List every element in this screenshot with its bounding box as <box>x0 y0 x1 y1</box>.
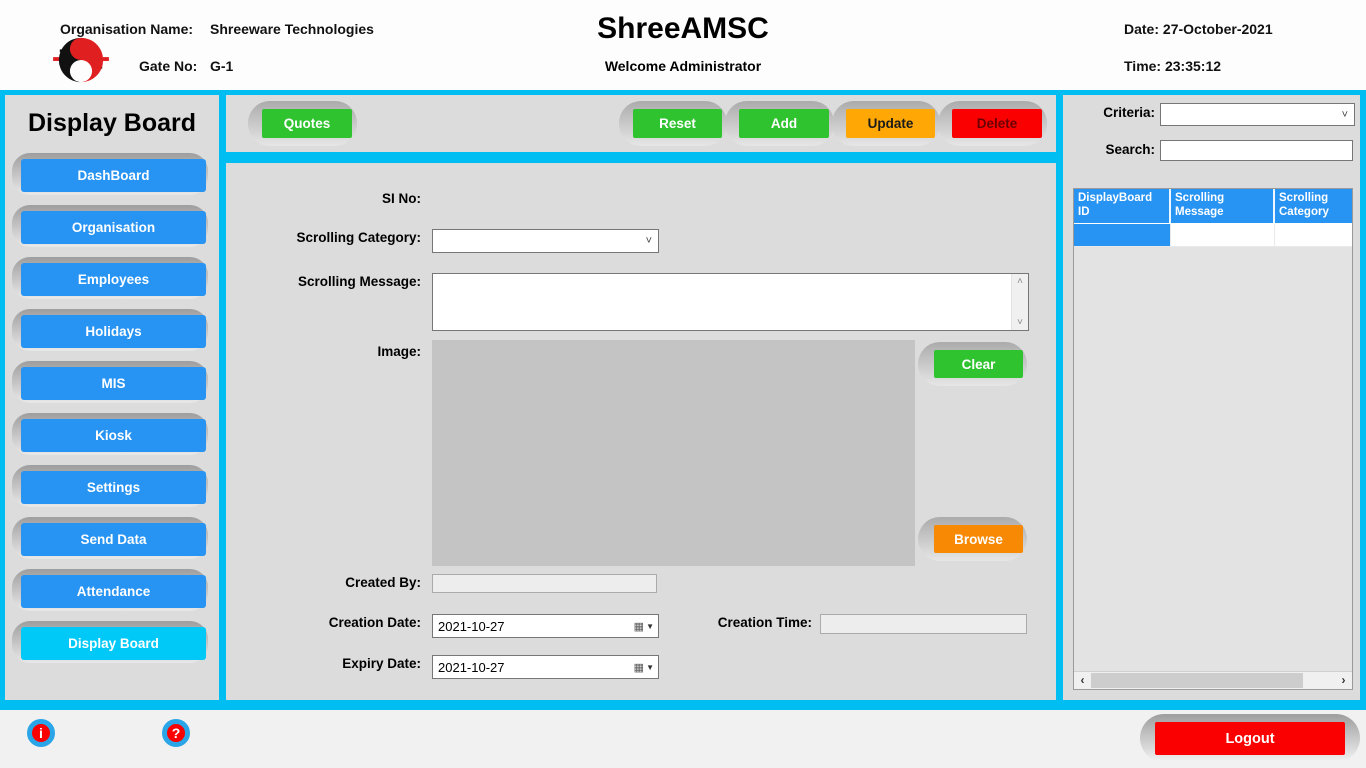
toolbar: Quotes Reset Add Update Delete <box>226 95 1056 152</box>
created-by-field <box>432 574 657 593</box>
sidebar-item-send-data[interactable]: Send Data <box>12 517 208 559</box>
time-value: 23:35:12 <box>1164 58 1222 74</box>
date-label: Date: 27-October-2021 <box>1124 21 1273 37</box>
update-button[interactable]: Update <box>846 109 935 138</box>
chevron-up-icon[interactable]: ˄ <box>1012 274 1028 289</box>
chevron-down-icon[interactable]: ▼ <box>646 663 654 672</box>
message-scrollbar[interactable]: ˄ ˅ <box>1011 274 1028 330</box>
column-header-scrolling-message[interactable]: Scrolling Message <box>1171 189 1275 223</box>
scrolling-category-label: Scrolling Category: <box>296 230 421 245</box>
delete-button[interactable]: Delete <box>952 109 1042 138</box>
chevron-right-icon[interactable]: › <box>1335 672 1352 689</box>
sidebar-item-organisation[interactable]: Organisation <box>12 205 208 247</box>
chevron-left-icon[interactable]: ‹ <box>1074 672 1091 689</box>
search-label: Search: <box>1105 142 1155 157</box>
reset-button[interactable]: Reset <box>633 109 722 138</box>
kiosk-button[interactable]: Kiosk <box>21 419 206 452</box>
clear-button-wrap[interactable]: Clear <box>918 342 1027 386</box>
expiry-date-value: 2021-10-27 <box>438 659 505 675</box>
add-button-wrap[interactable]: Add <box>725 101 834 146</box>
chevron-down-icon: ˅ <box>1341 108 1348 121</box>
scrolling-category-select[interactable]: ˅ <box>432 229 659 253</box>
employees-button[interactable]: Employees <box>21 263 206 296</box>
display-board-button[interactable]: Display Board <box>21 627 206 660</box>
expiry-date-picker[interactable]: 2021-10-27 ▦ ▼ <box>432 655 659 679</box>
reset-button-wrap[interactable]: Reset <box>619 101 727 146</box>
sidebar-nav: DashBoard Organisation Employees Holiday… <box>12 153 208 679</box>
organisation-button[interactable]: Organisation <box>21 211 206 244</box>
quotes-button[interactable]: Quotes <box>262 109 352 138</box>
creation-date-label: Creation Date: <box>328 615 421 630</box>
display-board-form: SI No: Scrolling Category: ˅ Scrolling M… <box>226 163 1056 700</box>
sidebar: Display Board DashBoard Organisation Emp… <box>5 95 219 700</box>
dashboard-button[interactable]: DashBoard <box>21 159 206 192</box>
sidebar-item-mis[interactable]: MIS <box>12 361 208 403</box>
cell-scrolling-category[interactable] <box>1275 224 1352 246</box>
criteria-select[interactable]: ˅ <box>1160 103 1355 126</box>
cell-scrolling-message[interactable] <box>1171 224 1275 246</box>
quotes-button-wrap[interactable]: Quotes <box>248 101 357 146</box>
sidebar-item-holidays[interactable]: Holidays <box>12 309 208 351</box>
mis-button[interactable]: MIS <box>21 367 206 400</box>
app-header: Organisation Name: Shreeware Technologie… <box>0 0 1366 90</box>
grid-horizontal-scrollbar[interactable]: ‹ › <box>1074 671 1352 689</box>
chevron-down-icon[interactable]: ˅ <box>1012 315 1028 330</box>
cell-displayboard-id[interactable] <box>1074 224 1171 246</box>
sidebar-item-dashboard[interactable]: DashBoard <box>12 153 208 195</box>
browse-button[interactable]: Browse <box>934 525 1023 553</box>
sidebar-item-kiosk[interactable]: Kiosk <box>12 413 208 455</box>
send-data-button[interactable]: Send Data <box>21 523 206 556</box>
grid-header: DisplayBoard ID Scrolling Message Scroll… <box>1074 189 1352 224</box>
creation-date-value: 2021-10-27 <box>438 618 505 634</box>
info-button[interactable]: i <box>27 719 55 747</box>
add-button[interactable]: Add <box>739 109 829 138</box>
time-label: Time: 23:35:12 <box>1124 58 1222 74</box>
attendance-button[interactable]: Attendance <box>21 575 206 608</box>
content-area: Display Board DashBoard Organisation Emp… <box>0 90 1366 710</box>
grid-row[interactable] <box>1074 224 1352 247</box>
update-button-wrap[interactable]: Update <box>832 101 940 146</box>
sidebar-item-display-board[interactable]: Display Board <box>12 621 208 663</box>
search-input[interactable] <box>1160 140 1353 161</box>
scrollbar-thumb[interactable] <box>1091 673 1303 688</box>
image-picturebox <box>432 340 915 566</box>
sidebar-item-employees[interactable]: Employees <box>12 257 208 299</box>
si-no-label: SI No: <box>382 191 421 206</box>
column-header-scrolling-category[interactable]: Scrolling Category <box>1275 189 1352 223</box>
holidays-button[interactable]: Holidays <box>21 315 206 348</box>
display-board-grid: DisplayBoard ID Scrolling Message Scroll… <box>1073 188 1353 690</box>
image-label: Image: <box>377 344 421 359</box>
column-header-displayboard-id[interactable]: DisplayBoard ID <box>1074 189 1171 223</box>
browse-button-wrap[interactable]: Browse <box>918 517 1027 561</box>
settings-button[interactable]: Settings <box>21 471 206 504</box>
sidebar-item-settings[interactable]: Settings <box>12 465 208 507</box>
expiry-date-label: Expiry Date: <box>342 656 421 671</box>
search-panel: Criteria: ˅ Search: DisplayBoard ID Scro… <box>1063 95 1360 700</box>
sidebar-item-attendance[interactable]: Attendance <box>12 569 208 611</box>
scrolling-message-input[interactable]: ˄ ˅ <box>432 273 1029 331</box>
date-value: 27-October-2021 <box>1162 21 1273 37</box>
creation-time-field <box>820 614 1027 634</box>
clear-button[interactable]: Clear <box>934 350 1023 378</box>
help-button[interactable]: ? <box>162 719 190 747</box>
logout-button-wrap[interactable]: Logout <box>1140 714 1360 762</box>
criteria-label: Criteria: <box>1103 105 1155 120</box>
created-by-label: Created By: <box>345 575 421 590</box>
creation-time-label: Creation Time: <box>717 615 812 630</box>
scrolling-message-label: Scrolling Message: <box>297 274 421 289</box>
calendar-icon: ▦ <box>633 661 645 674</box>
logout-button[interactable]: Logout <box>1155 722 1345 755</box>
footer: i ? Logout <box>0 710 1366 768</box>
page-title: Display Board <box>27 109 197 137</box>
delete-button-wrap[interactable]: Delete <box>938 101 1047 146</box>
chevron-down-icon: ˅ <box>645 235 652 247</box>
